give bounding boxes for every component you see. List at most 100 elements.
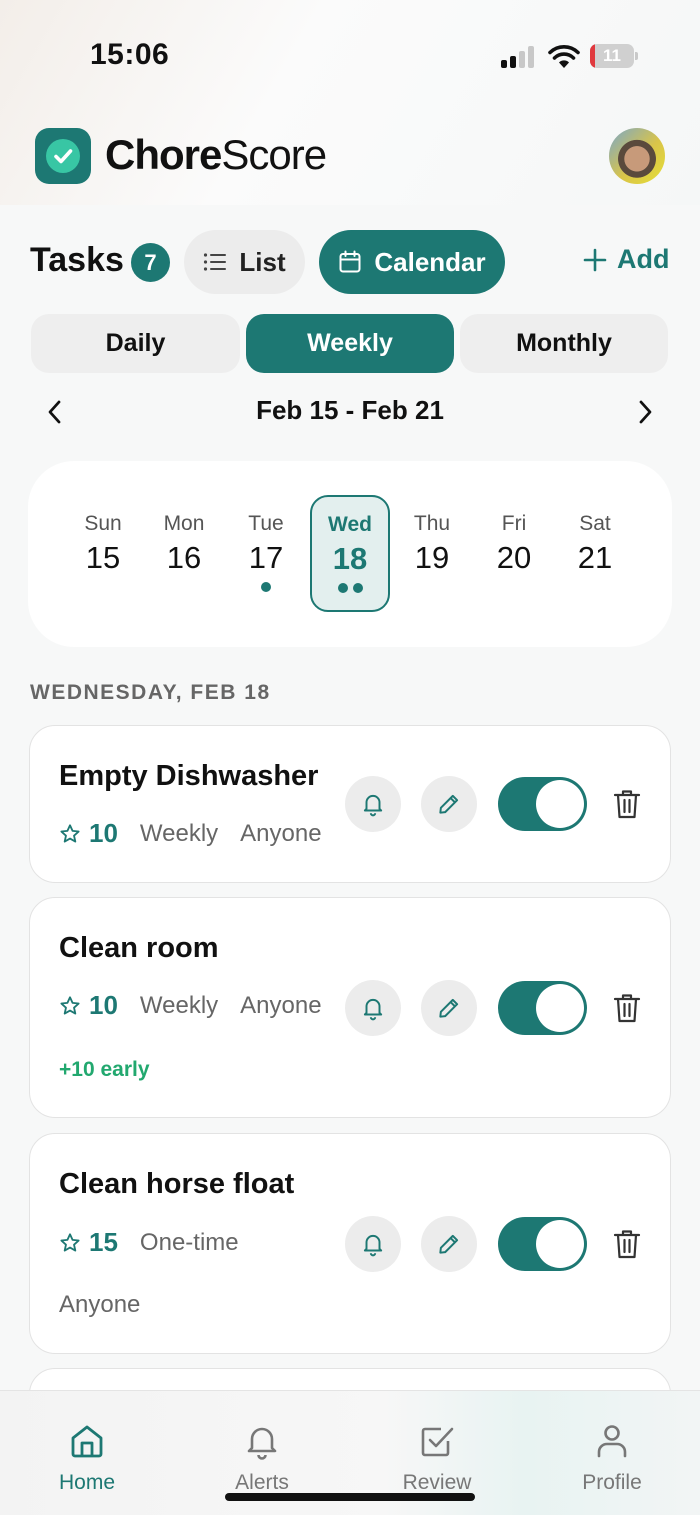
tab-profile-label: Profile — [582, 1471, 642, 1494]
list-icon — [204, 253, 227, 271]
day-number: 20 — [496, 540, 532, 575]
tab-review-label: Review — [402, 1471, 472, 1494]
day-name: Fri — [501, 512, 527, 535]
tab-weekly[interactable]: Weekly — [246, 314, 454, 373]
list-view-button[interactable]: List — [184, 230, 305, 294]
tab-daily[interactable]: Daily — [31, 314, 240, 373]
tab-alerts-label: Alerts — [235, 1471, 289, 1494]
task-points: 10 — [59, 818, 118, 849]
app-logo — [35, 128, 91, 184]
edit-button[interactable] — [421, 1216, 477, 1272]
pencil-icon — [439, 1234, 459, 1254]
section-date-label: WEDNESDAY, FEB 18 — [30, 681, 271, 704]
day-name: Sat — [579, 512, 611, 535]
tab-profile[interactable]: Profile — [542, 1421, 682, 1495]
star-icon — [60, 1232, 80, 1252]
task-enabled-toggle[interactable] — [498, 1217, 587, 1271]
app-title: ChoreScore — [105, 131, 327, 178]
user-avatar[interactable] — [609, 128, 665, 184]
day-tue[interactable]: Tue 17 — [226, 495, 306, 612]
next-week-icon[interactable] — [630, 397, 660, 427]
battery-icon: 11 — [590, 44, 638, 68]
calendar-view-button[interactable]: Calendar — [319, 230, 505, 294]
week-range: Feb 15 - Feb 21 — [256, 395, 444, 425]
trash-icon[interactable] — [612, 1228, 642, 1260]
add-task-button[interactable]: Add — [583, 244, 669, 275]
day-name: Mon — [163, 512, 205, 535]
add-task-label: Add — [617, 244, 670, 274]
list-view-label: List — [239, 246, 286, 277]
task-dots — [392, 582, 472, 592]
task-name: Empty Dishwasher — [59, 760, 319, 792]
task-meta: 10 Weekly Anyone — [59, 818, 322, 849]
tab-monthly[interactable]: Monthly — [460, 314, 668, 373]
day-mon[interactable]: Mon 16 — [144, 495, 224, 612]
day-fri[interactable]: Fri 20 — [474, 495, 554, 612]
task-dots — [312, 583, 388, 593]
bell-icon — [363, 998, 383, 1021]
task-card[interactable]: Empty Dishwasher 10 Weekly Anyone — [29, 725, 671, 883]
task-dots — [226, 582, 306, 592]
day-name: Sun — [84, 512, 122, 535]
edit-button[interactable] — [421, 776, 477, 832]
star-icon — [60, 995, 80, 1015]
task-name: Clean horse float — [59, 1168, 295, 1200]
battery-level: 11 — [603, 46, 621, 65]
task-dot — [352, 583, 363, 593]
day-number: 18 — [332, 541, 368, 576]
person-icon — [597, 1425, 627, 1458]
home-indicator — [225, 1493, 475, 1501]
day-thu[interactable]: Thu 19 — [392, 495, 472, 612]
calendar-view-label: Calendar — [374, 246, 486, 277]
day-number: 21 — [577, 540, 613, 575]
task-enabled-toggle[interactable] — [498, 777, 587, 831]
home-icon — [71, 1425, 103, 1458]
bell-icon — [247, 1427, 277, 1460]
reminder-button[interactable] — [345, 776, 401, 832]
tab-review[interactable]: Review — [367, 1421, 507, 1495]
task-points: 10 — [59, 990, 118, 1021]
bell-icon — [363, 794, 383, 817]
task-card[interactable]: Clean horse float 15 One-time Anyone — [29, 1133, 671, 1354]
task-frequency: One-time — [139, 1228, 239, 1256]
trash-icon[interactable] — [612, 992, 642, 1024]
day-number: 17 — [248, 540, 284, 575]
tab-home[interactable]: Home — [17, 1421, 157, 1495]
page-title: Tasks — [30, 241, 124, 279]
trash-icon[interactable] — [612, 788, 642, 820]
reminder-button[interactable] — [345, 980, 401, 1036]
check-icon — [54, 149, 73, 164]
cellular-signal-icon — [501, 46, 537, 68]
edit-button[interactable] — [421, 980, 477, 1036]
task-dots — [63, 582, 143, 592]
calendar-icon — [339, 250, 361, 273]
task-dots — [474, 582, 554, 592]
status-bar: 15:06 11 — [0, 0, 700, 110]
day-name: Thu — [413, 512, 451, 535]
tab-alerts[interactable]: Alerts — [192, 1421, 332, 1495]
task-meta: 10 Weekly Anyone — [59, 990, 322, 1021]
plus-icon — [583, 248, 607, 271]
task-frequency: Weekly — [139, 991, 219, 1019]
pencil-icon — [439, 794, 459, 814]
day-number: 15 — [85, 540, 121, 575]
day-name: Wed — [328, 513, 372, 536]
task-assignee: Anyone — [240, 991, 322, 1019]
day-sun[interactable]: Sun 15 — [63, 495, 143, 612]
day-name: Tue — [248, 512, 284, 535]
star-icon — [60, 823, 80, 843]
status-time: 15:06 — [90, 38, 170, 71]
week-strip: Sun 15 Mon 16 Tue 17 Wed 18 Thu 19 Fri 2… — [28, 461, 672, 647]
bell-icon — [363, 1234, 383, 1257]
day-sat[interactable]: Sat 21 — [555, 495, 635, 612]
checkbox-icon — [421, 1427, 454, 1457]
task-assignee: Anyone — [240, 819, 322, 847]
task-enabled-toggle[interactable] — [498, 981, 587, 1035]
task-card[interactable]: Clean room 10 Weekly Anyone +10 early — [29, 897, 671, 1118]
day-wed-selected[interactable]: Wed 18 — [310, 495, 390, 612]
reminder-button[interactable] — [345, 1216, 401, 1272]
task-dot — [261, 582, 271, 592]
task-assignee: Anyone — [59, 1291, 141, 1318]
wifi-icon — [548, 45, 580, 68]
task-points: 15 — [59, 1227, 118, 1258]
